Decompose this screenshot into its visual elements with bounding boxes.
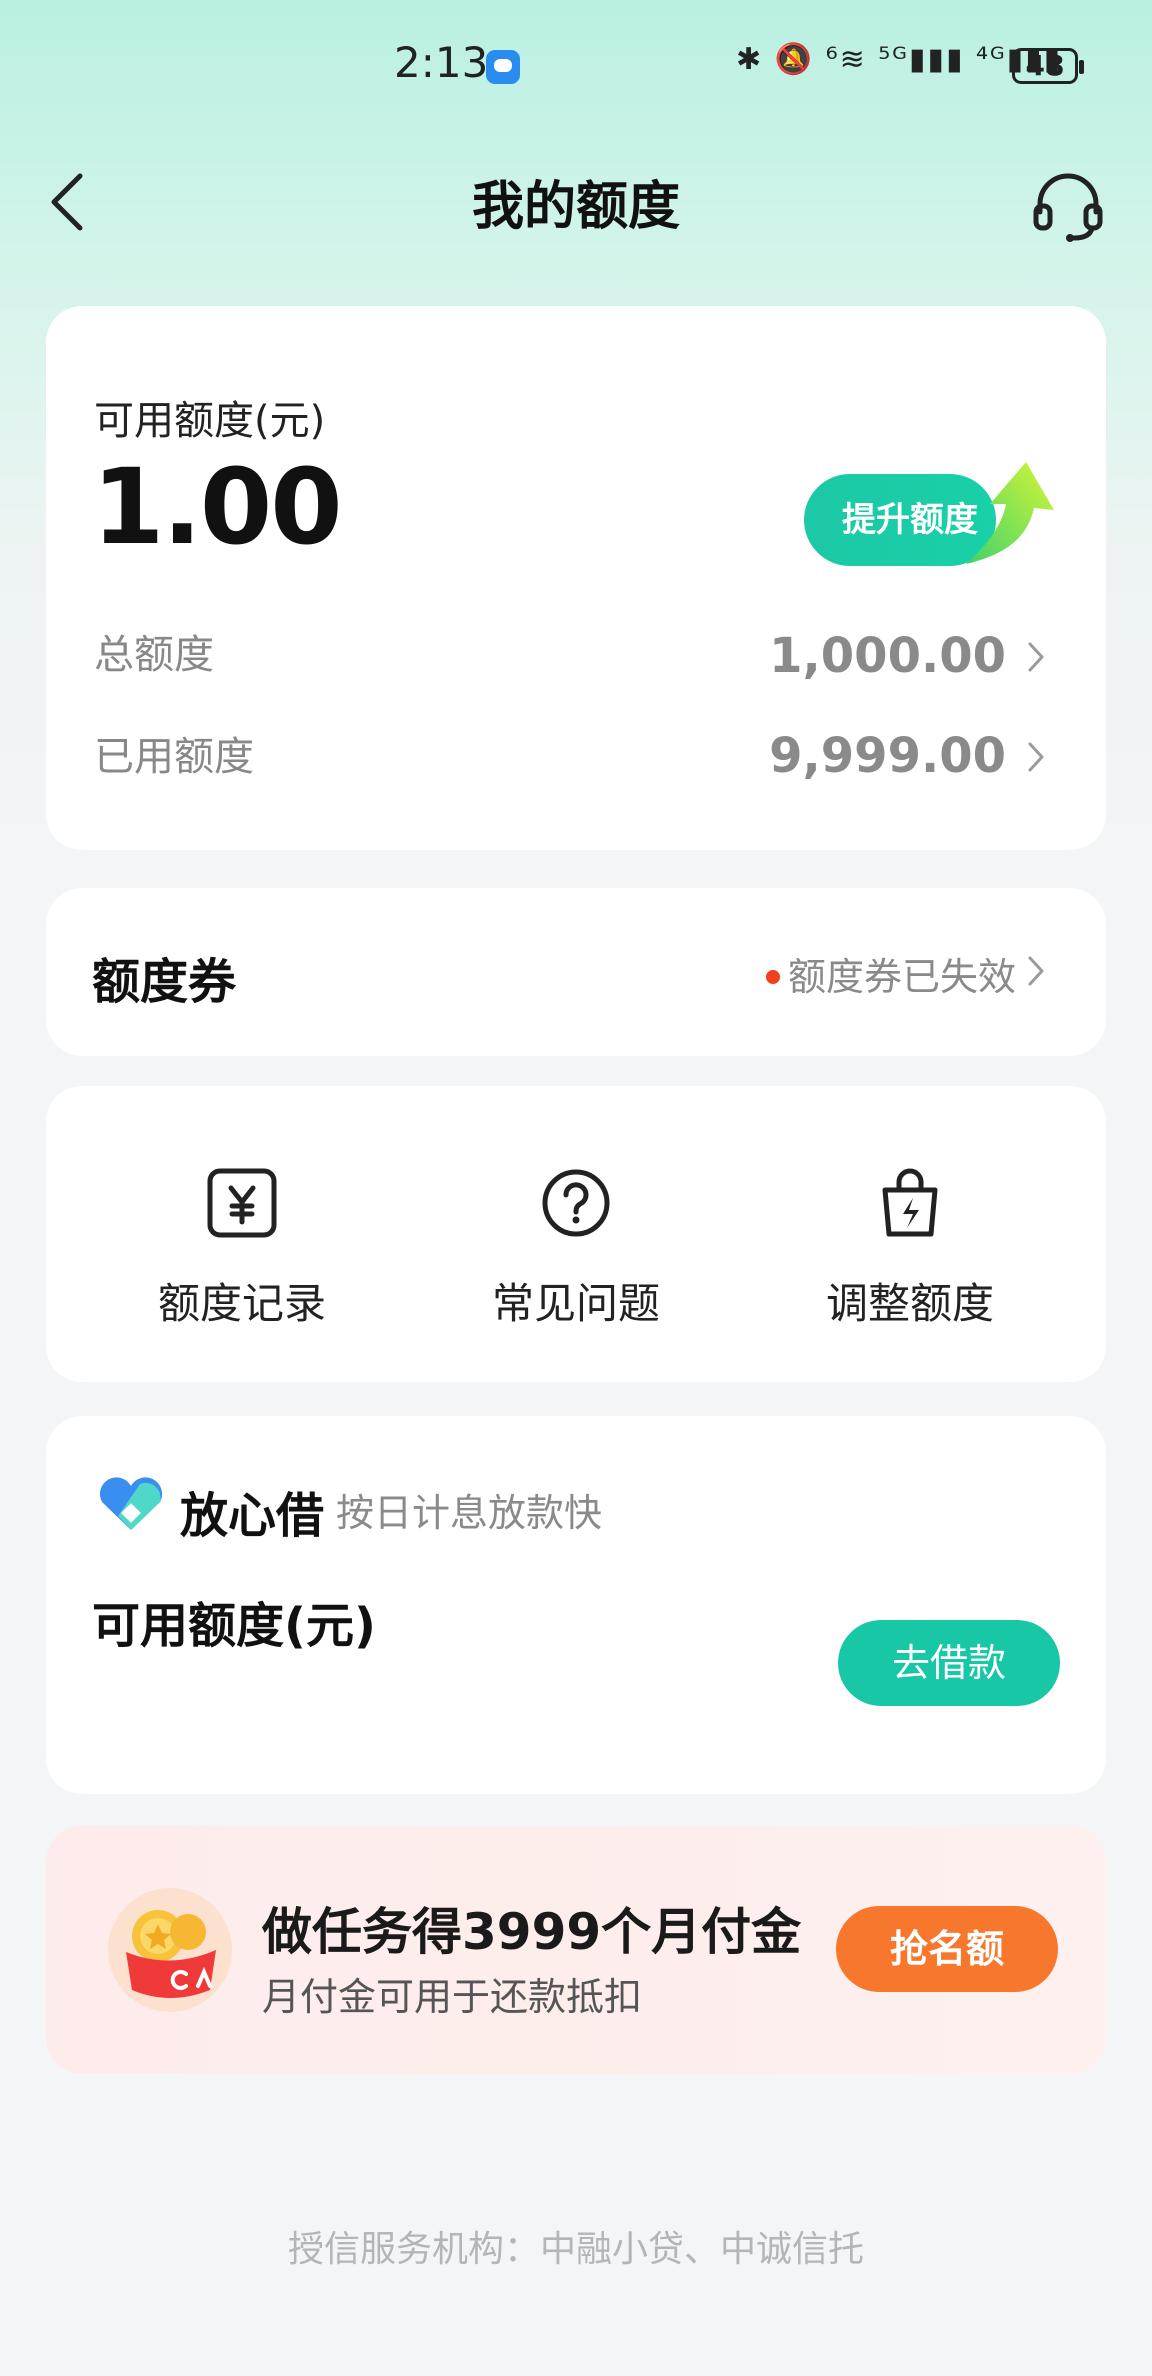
- loan-card: 放心借 按日计息放款快 可用额度(元) 去借款: [46, 1416, 1106, 1794]
- page-title: 我的额度: [471, 177, 680, 237]
- chevron-right-icon[interactable]: [1026, 954, 1046, 988]
- promo-subtitle: 月付金可用于还款抵扣: [262, 1975, 643, 2019]
- coupon-title: 额度券: [92, 954, 237, 1010]
- question-circle-icon: [542, 1169, 610, 1237]
- chevron-right-icon[interactable]: [1026, 640, 1046, 674]
- promo-card[interactable]: 做任务得3999个月付金 月付金可用于还款抵扣 抢名额: [46, 1826, 1106, 2074]
- adjust-quota-action[interactable]: 调整额度: [780, 1166, 1040, 1331]
- quick-actions-card: 额度记录 常见问题 调整额度: [46, 1086, 1106, 1382]
- status-time: 2:13: [394, 38, 489, 87]
- available-quota-value: 1.00: [92, 446, 343, 568]
- total-quota-value[interactable]: 1,000.00: [506, 628, 1006, 684]
- used-quota-value[interactable]: 9,999.00: [506, 728, 1006, 784]
- quota-card: 可用额度(元) 1.00 提升额度 总额度 1,000.00 已用额度 9,99…: [46, 306, 1106, 850]
- action-label: 额度记录: [157, 1279, 326, 1328]
- battery-icon: 48: [1012, 48, 1084, 84]
- loan-subtitle: 按日计息放款快: [336, 1491, 603, 1535]
- status-dot: [766, 970, 780, 984]
- bolt-bag-icon: [882, 1168, 938, 1237]
- faq-action[interactable]: 常见问题: [446, 1166, 706, 1331]
- action-label: 调整额度: [825, 1279, 994, 1328]
- go-borrow-button[interactable]: 去借款: [838, 1620, 1060, 1706]
- grab-slot-button[interactable]: 抢名额: [836, 1906, 1058, 1992]
- coupon-status: 额度券已失效: [788, 955, 1017, 999]
- coin-purse-icon: [108, 1888, 232, 2012]
- loan-brand: 放心借: [180, 1488, 325, 1544]
- up-arrow-icon: [966, 462, 1054, 564]
- quota-record-action[interactable]: 额度记录: [112, 1166, 372, 1331]
- used-quota-label: 已用额度: [94, 734, 254, 780]
- yuan-card-icon: [207, 1168, 277, 1238]
- footer-credit-institutions: 授信服务机构：中融小贷、中诚信托: [287, 2229, 864, 2270]
- available-quota-label: 可用额度(元): [94, 398, 326, 444]
- chevron-right-icon[interactable]: [1026, 740, 1046, 774]
- promo-title: 做任务得3999个月付金: [262, 1903, 802, 1961]
- loan-available-label: 可用额度(元): [92, 1598, 376, 1654]
- quota-coupon-row[interactable]: 额度券 额度券已失效: [46, 888, 1106, 1056]
- action-label: 常见问题: [491, 1279, 660, 1328]
- message-notification-icon: [486, 50, 520, 84]
- total-quota-label: 总额度: [94, 632, 214, 678]
- customer-service-headset-icon[interactable]: [1030, 168, 1106, 244]
- heart-logo-icon: [99, 1477, 163, 1530]
